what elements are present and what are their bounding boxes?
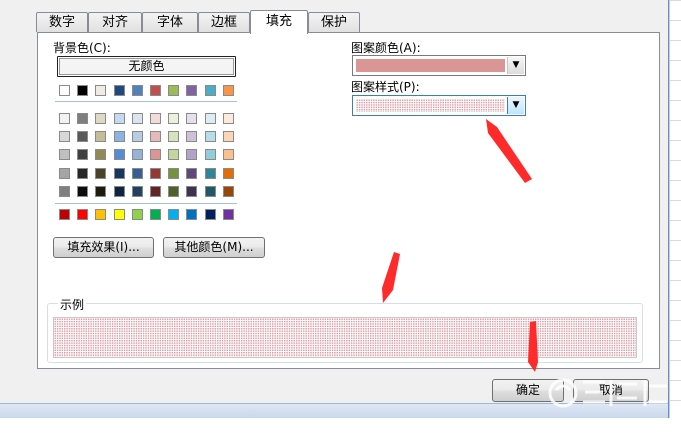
- color-swatch[interactable]: [131, 185, 143, 197]
- color-swatch[interactable]: [59, 149, 70, 161]
- color-swatch[interactable]: [186, 167, 198, 179]
- standard-color-swatch[interactable]: [113, 209, 125, 220]
- pattern-color-label: 图案颜色(A):: [351, 41, 421, 55]
- color-swatch[interactable]: [113, 149, 125, 161]
- color-swatch[interactable]: [95, 167, 107, 179]
- color-swatch[interactable]: [168, 185, 180, 197]
- color-swatch[interactable]: [77, 149, 89, 161]
- color-swatch[interactable]: [95, 131, 107, 143]
- color-swatch[interactable]: [150, 113, 161, 124]
- pattern-style-preview: [356, 99, 505, 112]
- fill-effects-button[interactable]: 填充效果(I)...: [53, 237, 154, 258]
- standard-color-swatch[interactable]: [186, 209, 198, 220]
- more-colors-button[interactable]: 其他颜色(M)...: [163, 237, 265, 258]
- tab-border[interactable]: 边框: [198, 12, 250, 32]
- standard-color-swatch[interactable]: [131, 209, 143, 220]
- color-swatch[interactable]: [113, 131, 125, 143]
- color-swatch[interactable]: [204, 185, 216, 197]
- color-swatch[interactable]: [59, 113, 70, 124]
- tab-font[interactable]: 字体: [142, 12, 198, 32]
- dialog-frame: [0, 403, 668, 418]
- color-swatch[interactable]: [95, 85, 107, 96]
- standard-color-swatch[interactable]: [95, 209, 107, 220]
- color-swatch[interactable]: [222, 85, 234, 96]
- color-swatch[interactable]: [77, 167, 89, 179]
- color-swatch[interactable]: [113, 167, 125, 179]
- format-cells-dialog: 数字 对齐 字体 边框 填充 保护 背景色(C): 无颜色 填充效果(I)...…: [0, 0, 669, 418]
- color-swatch[interactable]: [168, 131, 180, 143]
- color-swatch[interactable]: [150, 131, 161, 143]
- color-swatch[interactable]: [59, 185, 70, 197]
- color-swatch[interactable]: [204, 85, 216, 96]
- color-swatch[interactable]: [59, 131, 70, 143]
- standard-color-swatch[interactable]: [168, 209, 180, 220]
- color-swatch[interactable]: [222, 149, 234, 161]
- color-swatch[interactable]: [186, 149, 198, 161]
- tab-fill[interactable]: 填充: [250, 10, 308, 34]
- standard-color-swatch[interactable]: [77, 209, 89, 220]
- standard-color-swatch[interactable]: [204, 209, 216, 220]
- no-color-button[interactable]: 无颜色: [57, 56, 236, 77]
- color-swatch[interactable]: [77, 85, 89, 96]
- tab-alignment[interactable]: 对齐: [88, 12, 142, 32]
- palette-separator: [55, 203, 237, 204]
- tab-number[interactable]: 数字: [36, 12, 88, 32]
- pattern-color-dropdown[interactable]: ▼: [352, 55, 526, 76]
- color-swatch[interactable]: [222, 131, 234, 143]
- color-swatch[interactable]: [113, 85, 125, 96]
- sample-group: 示例: [47, 296, 643, 363]
- cancel-button[interactable]: 取消: [573, 379, 649, 402]
- pattern-style-label: 图案样式(P):: [351, 80, 420, 94]
- color-swatch[interactable]: [77, 131, 89, 143]
- ok-button[interactable]: 确定: [492, 379, 564, 402]
- color-swatch[interactable]: [150, 149, 161, 161]
- color-swatch[interactable]: [186, 113, 198, 124]
- color-swatch[interactable]: [95, 149, 107, 161]
- standard-color-swatch[interactable]: [222, 209, 234, 220]
- color-swatch[interactable]: [204, 149, 216, 161]
- color-swatch[interactable]: [59, 85, 70, 96]
- background-color-label: 背景色(C):: [53, 41, 111, 55]
- color-swatch[interactable]: [131, 131, 143, 143]
- color-swatch[interactable]: [95, 185, 107, 197]
- color-swatch[interactable]: [168, 149, 180, 161]
- standard-color-swatch[interactable]: [150, 209, 161, 220]
- color-swatch[interactable]: [77, 113, 89, 124]
- sample-preview: [53, 317, 637, 358]
- color-swatch[interactable]: [150, 185, 161, 197]
- color-swatch[interactable]: [204, 131, 216, 143]
- color-swatch[interactable]: [77, 185, 89, 197]
- dropdown-arrow-icon[interactable]: ▼: [507, 97, 524, 114]
- color-swatch[interactable]: [222, 113, 234, 124]
- tab-protection[interactable]: 保护: [308, 12, 360, 32]
- color-swatch[interactable]: [150, 85, 161, 96]
- color-swatch[interactable]: [113, 113, 125, 124]
- color-swatch[interactable]: [222, 167, 234, 179]
- color-swatch[interactable]: [131, 85, 143, 96]
- pattern-color-value: [356, 59, 505, 72]
- color-swatch[interactable]: [131, 149, 143, 161]
- color-swatch[interactable]: [150, 167, 161, 179]
- color-swatch[interactable]: [186, 85, 198, 96]
- color-swatch[interactable]: [113, 185, 125, 197]
- color-swatch[interactable]: [204, 113, 216, 124]
- color-swatch[interactable]: [168, 85, 180, 96]
- sample-label: 示例: [58, 296, 87, 313]
- color-swatch[interactable]: [59, 167, 70, 179]
- color-swatch[interactable]: [95, 113, 107, 124]
- fill-panel: 背景色(C): 无颜色 填充效果(I)... 其他颜色(M)... 图案颜色(A…: [37, 32, 660, 369]
- palette-separator: [55, 101, 237, 102]
- pattern-style-dropdown[interactable]: ▼: [352, 95, 526, 116]
- color-swatch[interactable]: [186, 131, 198, 143]
- color-swatch[interactable]: [168, 167, 180, 179]
- dropdown-arrow-icon[interactable]: ▼: [507, 57, 524, 74]
- color-swatch[interactable]: [222, 185, 234, 197]
- standard-color-swatch[interactable]: [59, 209, 70, 220]
- color-swatch[interactable]: [186, 185, 198, 197]
- color-swatch[interactable]: [131, 167, 143, 179]
- color-swatch[interactable]: [168, 113, 180, 124]
- color-swatch[interactable]: [204, 167, 216, 179]
- color-swatch[interactable]: [131, 113, 143, 124]
